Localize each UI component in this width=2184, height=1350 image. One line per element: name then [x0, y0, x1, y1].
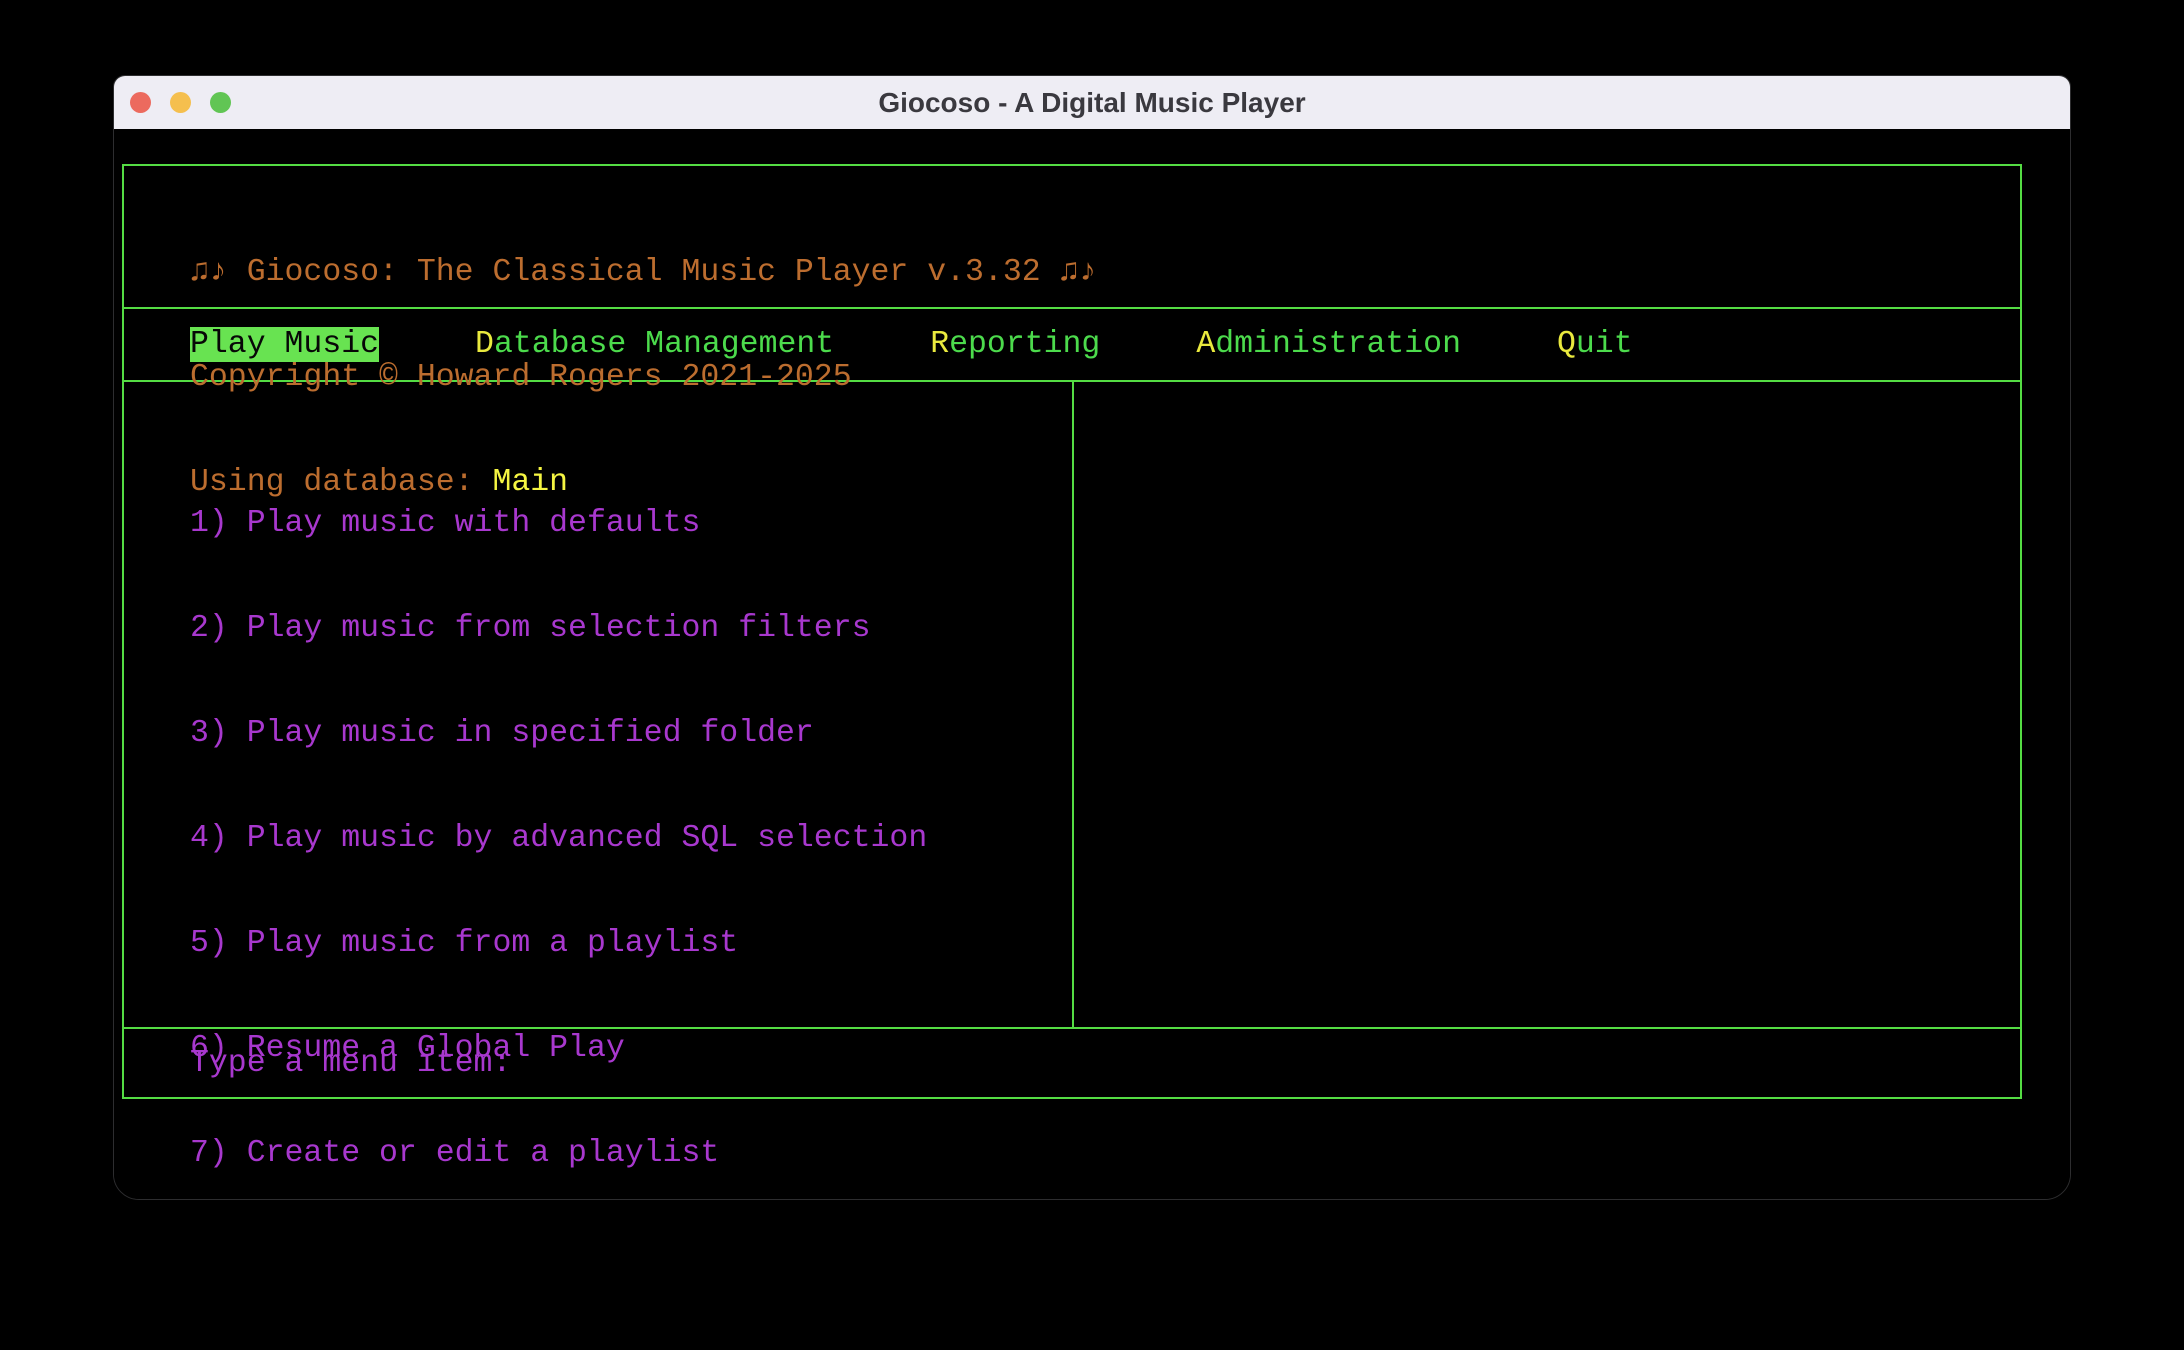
play-menu-panel: 1) Play music with defaults 2) Play musi…: [124, 382, 1074, 1027]
menu-tab-administration[interactable]: Administration: [1196, 327, 1461, 362]
menu-tab-quit[interactable]: Quit: [1557, 327, 1633, 362]
menu-option-7[interactable]: 7) Create or edit a playlist: [190, 1136, 1072, 1171]
app-window: Giocoso - A Digital Music Player ♫♪ Gioc…: [113, 75, 2071, 1200]
window-title: Giocoso - A Digital Music Player: [114, 87, 2070, 119]
app-title-line: ♫♪ Giocoso: The Classical Music Player v…: [190, 255, 2020, 290]
menu-option-4[interactable]: 4) Play music by advanced SQL selection: [190, 821, 1072, 856]
accel-letter: A: [1196, 327, 1215, 362]
main-area: 1) Play music with defaults 2) Play musi…: [124, 382, 2020, 1027]
giocoso-frame: ♫♪ Giocoso: The Classical Music Player v…: [122, 164, 2022, 1099]
detail-panel: [1074, 382, 2020, 1027]
menu-tab-reporting[interactable]: Reporting: [930, 327, 1100, 362]
menu-tab-play-music[interactable]: Play Music: [190, 327, 379, 362]
menu-option-2[interactable]: 2) Play music from selection filters: [190, 611, 1072, 646]
accel-letter: D: [475, 327, 494, 362]
menu-option-1[interactable]: 1) Play music with defaults: [190, 506, 1072, 541]
minimize-button[interactable]: [170, 92, 191, 113]
app-header: ♫♪ Giocoso: The Classical Music Player v…: [124, 166, 2020, 309]
terminal-screen: ♫♪ Giocoso: The Classical Music Player v…: [114, 129, 2070, 1200]
accel-letter: Q: [1557, 327, 1576, 362]
menu-option-3[interactable]: 3) Play music in specified folder: [190, 716, 1072, 751]
zoom-button[interactable]: [210, 92, 231, 113]
traffic-lights: [130, 76, 231, 129]
menu-option-5[interactable]: 5) Play music from a playlist: [190, 926, 1072, 961]
titlebar[interactable]: Giocoso - A Digital Music Player: [114, 76, 2070, 129]
menu-tab-database-management[interactable]: Database Management: [475, 327, 834, 362]
close-button[interactable]: [130, 92, 151, 113]
accel-letter: R: [930, 327, 949, 362]
prompt-label: Type a menu item:: [190, 1046, 511, 1081]
